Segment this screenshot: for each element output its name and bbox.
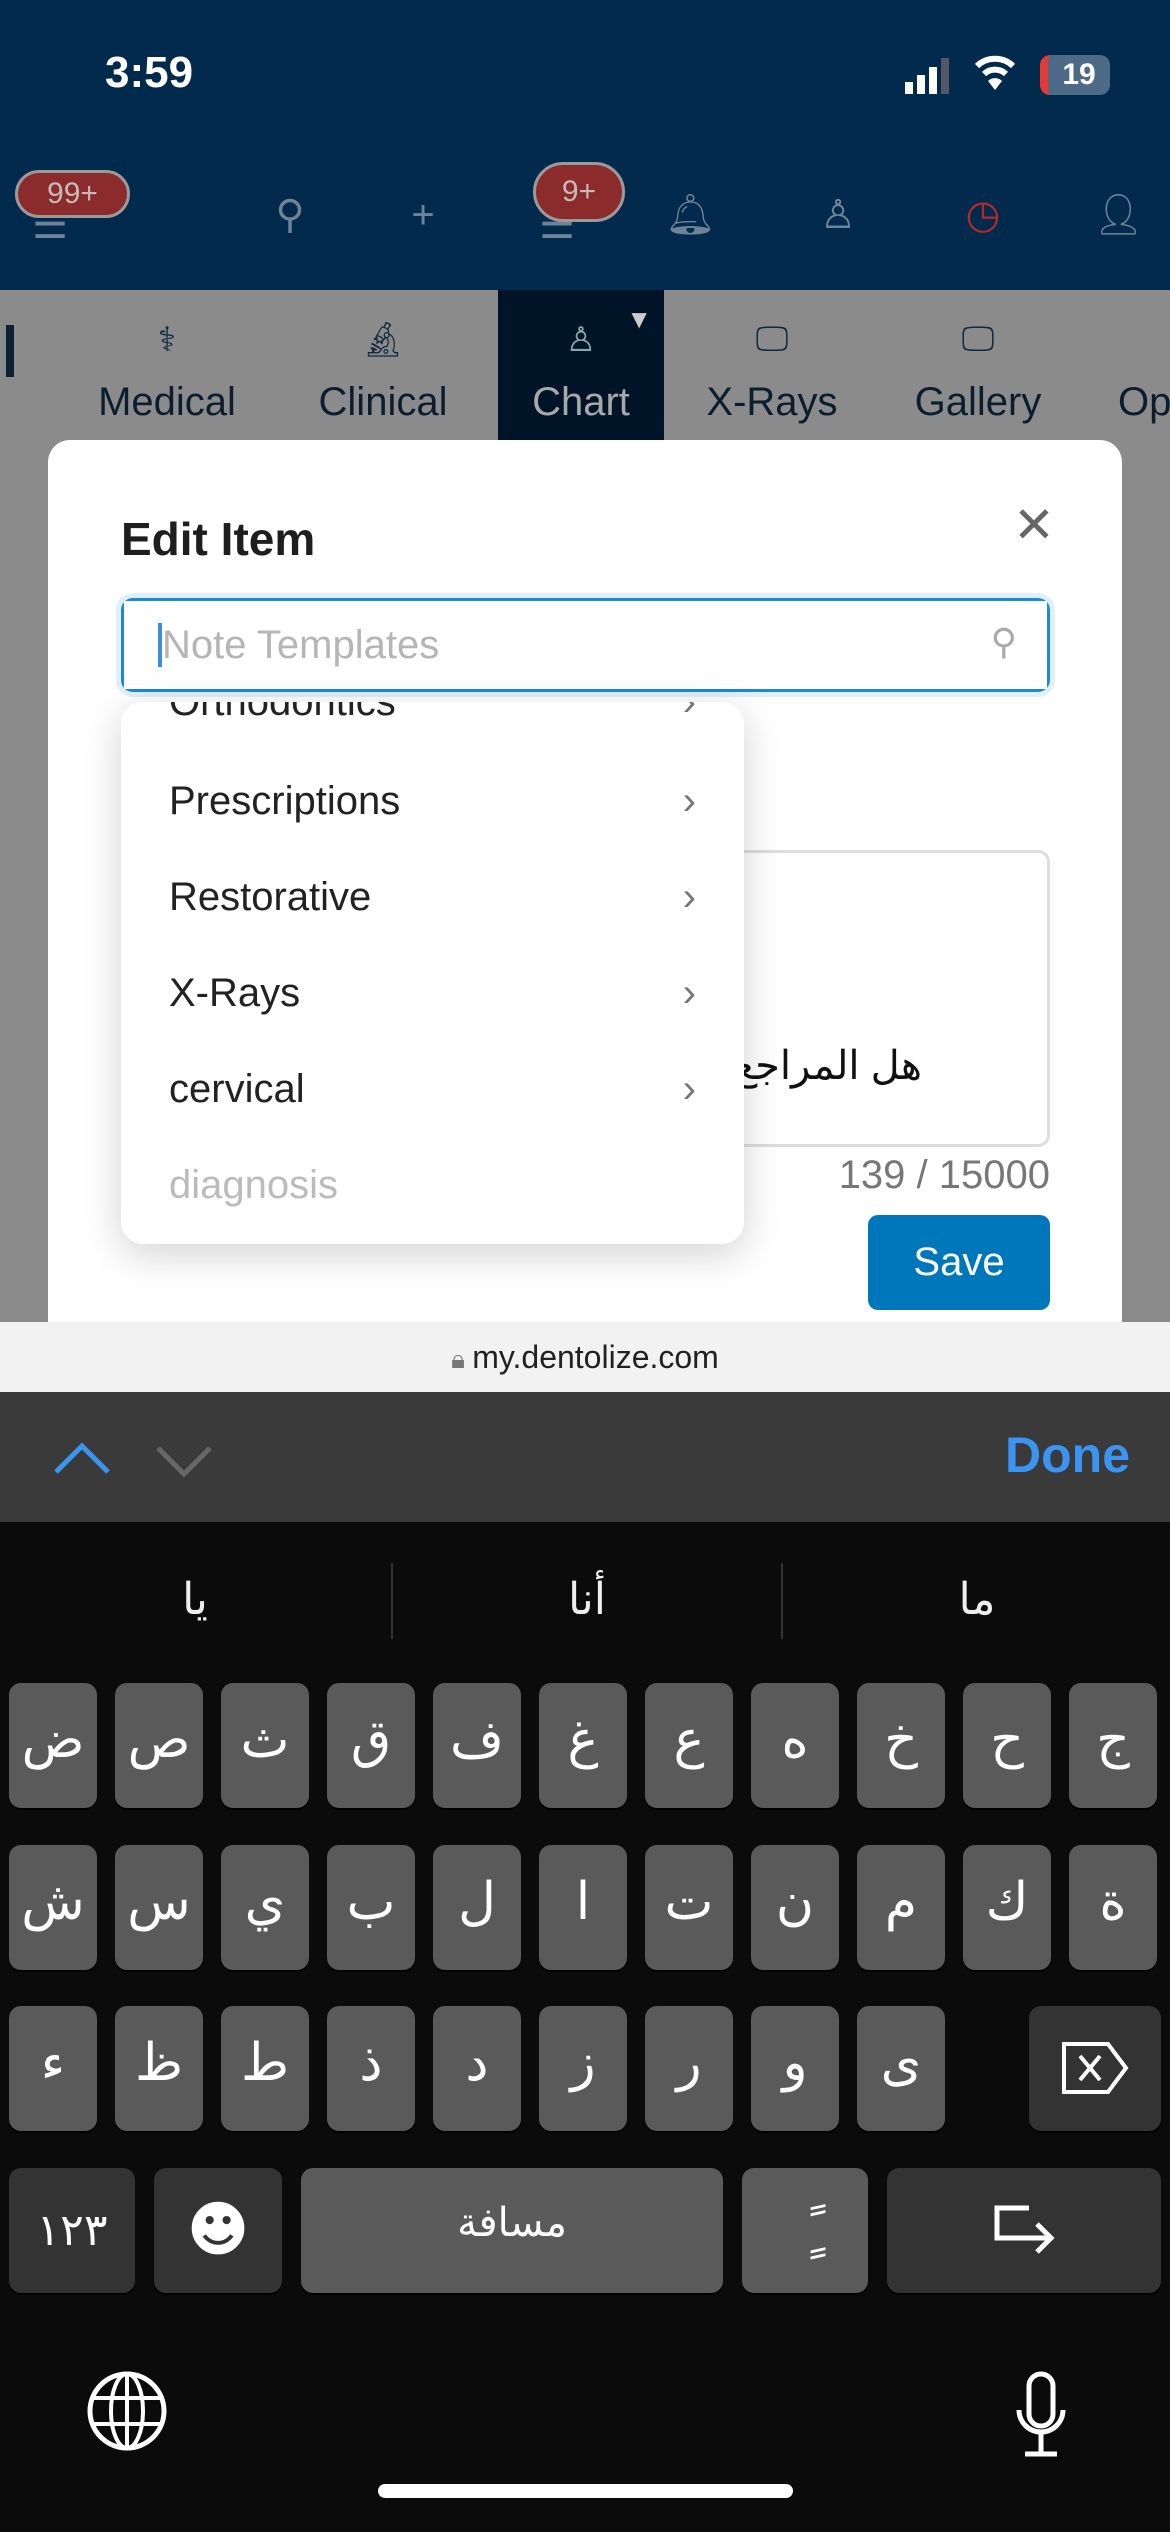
- tab-gallery[interactable]: 🖵︎ Gallery: [878, 290, 1078, 440]
- globe-icon[interactable]: [86, 2370, 168, 2471]
- key[interactable]: ص: [115, 1683, 203, 1808]
- search-icon[interactable]: ⚲: [991, 621, 1017, 663]
- key[interactable]: د: [433, 2006, 521, 2131]
- key[interactable]: ت: [645, 1845, 733, 1970]
- stethoscope-icon: ⚕: [157, 321, 177, 359]
- key[interactable]: س: [115, 1845, 203, 1970]
- key[interactable]: ح: [963, 1683, 1051, 1808]
- chevron-right-icon: ›: [682, 702, 696, 724]
- search-input[interactable]: [124, 601, 1047, 689]
- numbers-key[interactable]: ١٢٣: [9, 2168, 135, 2293]
- key[interactable]: خ: [857, 1683, 945, 1808]
- note-text: هل المراجع: [733, 1044, 922, 1088]
- text-caret: [158, 623, 162, 667]
- microphone-icon[interactable]: [1013, 2370, 1069, 2479]
- space-key[interactable]: مسافة: [301, 2168, 723, 2293]
- return-icon: [994, 2205, 1055, 2254]
- key[interactable]: و: [751, 2006, 839, 2131]
- plus-icon[interactable]: +: [398, 190, 448, 240]
- dropdown-item-diagnosis: diagnosis: [169, 1163, 339, 1207]
- key[interactable]: ب: [327, 1845, 415, 1970]
- key[interactable]: ا: [539, 1845, 627, 1970]
- address-bar[interactable]: 🔒︎ my.dentolize.com: [0, 1322, 1170, 1392]
- microscope-icon: 🔬︎: [361, 321, 405, 359]
- home-indicator[interactable]: [378, 2484, 793, 2498]
- key[interactable]: م: [857, 1845, 945, 1970]
- gallery-monitor-icon: 🖵︎: [961, 320, 995, 358]
- suggestion-1[interactable]: يا: [0, 1560, 390, 1640]
- url-text: my.dentolize.com: [472, 1339, 719, 1375]
- emoji-key[interactable]: ☻: [154, 2168, 282, 2293]
- body-chart-icon[interactable]: ♙: [813, 190, 863, 240]
- tab-x-rays[interactable]: 🖵︎ X-Rays: [672, 290, 872, 440]
- suggestion-3[interactable]: ما: [782, 1560, 1170, 1640]
- key[interactable]: ث: [221, 1683, 309, 1808]
- chevron-right-icon: ›: [682, 779, 696, 823]
- save-button[interactable]: Save: [868, 1215, 1050, 1310]
- chevron-right-icon: ›: [682, 1067, 696, 1111]
- dropdown-item-prescriptions[interactable]: Prescriptions ›: [121, 753, 744, 849]
- modal-title: Edit Item: [121, 513, 316, 565]
- key[interactable]: ش: [9, 1845, 97, 1970]
- done-button[interactable]: Done: [1005, 1426, 1130, 1484]
- key[interactable]: ه: [751, 1683, 839, 1808]
- tab-more[interactable]: Op: [1118, 290, 1170, 440]
- dropdown-item-cervical[interactable]: cervical ›: [121, 1041, 744, 1137]
- key[interactable]: ط: [221, 2006, 309, 2131]
- keyboard-toolbar: Done: [0, 1392, 1170, 1522]
- key[interactable]: ن: [751, 1845, 839, 1970]
- note-templates-search[interactable]: ⚲: [121, 598, 1050, 692]
- menu-badge: 99+: [15, 170, 130, 218]
- caret-down-icon[interactable]: ▼: [626, 304, 652, 335]
- key[interactable]: ء: [9, 2006, 97, 2131]
- previous-field-icon[interactable]: [52, 1440, 112, 1481]
- key[interactable]: ل: [433, 1845, 521, 1970]
- search-icon[interactable]: ⚲: [265, 190, 315, 240]
- user-icon[interactable]: 👤︎: [1093, 190, 1144, 240]
- tab-medical[interactable]: ⚕ Medical: [67, 290, 267, 440]
- lock-icon: 🔒︎: [451, 1344, 473, 1374]
- key[interactable]: غ: [539, 1683, 627, 1808]
- dropdown-item-x-rays[interactable]: X-Rays ›: [121, 945, 744, 1041]
- key[interactable]: ع: [645, 1683, 733, 1808]
- wifi-icon: [973, 52, 1017, 102]
- key[interactable]: ر: [645, 2006, 733, 2131]
- dropdown-item-restorative[interactable]: Restorative ›: [121, 849, 744, 945]
- suggestion-2[interactable]: أنا: [392, 1560, 782, 1640]
- app-header: 3:59 19 99+ ☰ ⚲ + ☰ 9+ 🔔︎ ♙ ◷ 👤︎: [0, 0, 1170, 290]
- key[interactable]: ج: [1069, 1683, 1157, 1808]
- battery-indicator: 19: [1040, 55, 1110, 95]
- key[interactable]: ى: [857, 2006, 945, 2131]
- tasks-badge: 9+: [533, 162, 625, 222]
- key[interactable]: ك: [963, 1845, 1051, 1970]
- chevron-right-icon: ›: [682, 875, 696, 919]
- bell-icon[interactable]: 🔔︎: [665, 190, 716, 240]
- close-icon[interactable]: ✕: [1013, 500, 1055, 550]
- key[interactable]: ز: [539, 2006, 627, 2131]
- key[interactable]: ذ: [327, 2006, 415, 2131]
- backspace-key[interactable]: [1029, 2006, 1161, 2131]
- backspace-icon: [1062, 2042, 1129, 2094]
- chevron-right-icon: ›: [682, 971, 696, 1015]
- templates-dropdown: Orthodontics › Prescriptions › Restorative…: [121, 702, 744, 1244]
- character-counter: 139 / 15000: [838, 1153, 1050, 1197]
- next-field-icon[interactable]: [154, 1444, 214, 1485]
- status-time: 3:59: [105, 48, 194, 97]
- tab-chart[interactable]: ♙ Chart ▼: [498, 290, 664, 440]
- key[interactable]: ف: [433, 1683, 521, 1808]
- key[interactable]: ظ: [115, 2006, 203, 2131]
- diacritic-key[interactable]: ًٍ: [742, 2168, 868, 2293]
- scroll-indicator: [6, 325, 14, 377]
- key[interactable]: ض: [9, 1683, 97, 1808]
- tab-clinical[interactable]: 🔬︎ Clinical: [283, 290, 483, 440]
- dropdown-item-orthodontics[interactable]: Orthodontics ›: [121, 702, 744, 750]
- monitor-pulse-icon: 🖵︎: [755, 320, 789, 358]
- clock-icon[interactable]: ◷: [958, 190, 1008, 240]
- key[interactable]: ي: [221, 1845, 309, 1970]
- key[interactable]: ة: [1069, 1845, 1157, 1970]
- signal-icon: [905, 58, 951, 94]
- key[interactable]: ق: [327, 1683, 415, 1808]
- return-key[interactable]: [887, 2168, 1161, 2293]
- tab-bar: ⚕ Medical 🔬︎ Clinical ♙ Chart ▼ 🖵︎ X-Rays 🖵︎ G…: [0, 290, 1170, 440]
